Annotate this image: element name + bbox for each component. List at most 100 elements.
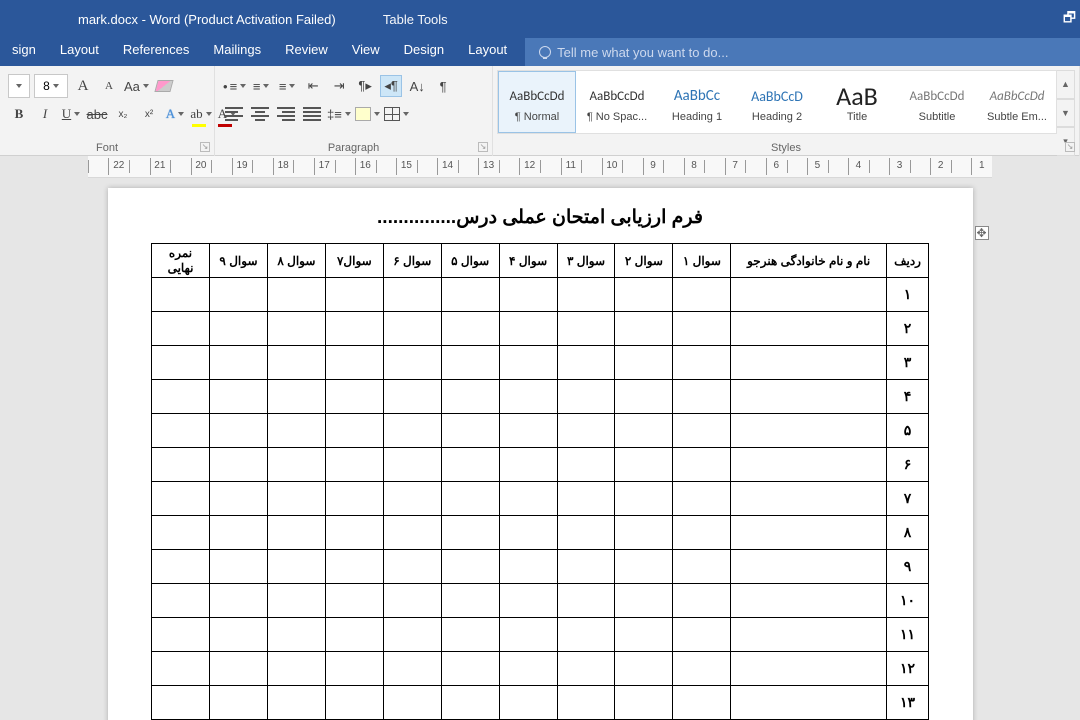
cell[interactable] <box>383 652 441 686</box>
tab-table-design[interactable]: Design <box>392 38 456 66</box>
tab-review[interactable]: Review <box>273 38 340 66</box>
cell[interactable] <box>210 482 268 516</box>
cell[interactable] <box>499 618 557 652</box>
style-normal[interactable]: AaBbCcDd¶ Normal <box>498 71 576 133</box>
strikethrough-button[interactable]: abc <box>86 103 108 125</box>
increase-indent-button[interactable]: ⇥ <box>328 75 350 97</box>
cell[interactable] <box>731 346 887 380</box>
cell[interactable] <box>557 482 615 516</box>
cell[interactable] <box>499 414 557 448</box>
cell[interactable] <box>383 346 441 380</box>
cell[interactable] <box>325 618 383 652</box>
cell[interactable] <box>325 482 383 516</box>
cell[interactable] <box>557 618 615 652</box>
cell[interactable] <box>325 686 383 720</box>
th-name[interactable]: نام و نام خانوادگی هنرجو <box>731 244 887 278</box>
th-q6[interactable]: سوال ۶ <box>383 244 441 278</box>
cell[interactable] <box>673 448 731 482</box>
cell[interactable] <box>210 686 268 720</box>
th-q1[interactable]: سوال ۱ <box>673 244 731 278</box>
text-effects-button[interactable]: A <box>164 103 186 125</box>
row-number[interactable]: ۱۰ <box>887 584 929 618</box>
style-subtle-emphasis[interactable]: AaBbCcDdSubtle Em... <box>978 71 1056 133</box>
align-right-button[interactable] <box>275 103 297 125</box>
show-marks-button[interactable]: ¶ <box>432 75 454 97</box>
cell[interactable] <box>383 380 441 414</box>
cell[interactable] <box>267 346 325 380</box>
cell[interactable] <box>615 346 673 380</box>
cell[interactable] <box>673 278 731 312</box>
row-number[interactable]: ۴ <box>887 380 929 414</box>
cell[interactable] <box>325 278 383 312</box>
cell[interactable] <box>152 448 210 482</box>
tab-references[interactable]: References <box>111 38 201 66</box>
cell[interactable] <box>499 516 557 550</box>
cell[interactable] <box>499 346 557 380</box>
row-number[interactable]: ۸ <box>887 516 929 550</box>
cell[interactable] <box>152 414 210 448</box>
cell[interactable] <box>267 380 325 414</box>
cell[interactable] <box>615 414 673 448</box>
line-spacing-button[interactable]: ‡≡ <box>327 103 351 125</box>
tab-view[interactable]: View <box>340 38 392 66</box>
cell[interactable] <box>731 686 887 720</box>
italic-button[interactable]: I <box>34 103 56 125</box>
cell[interactable] <box>499 448 557 482</box>
cell[interactable] <box>152 278 210 312</box>
rtl-direction-button[interactable]: ◂¶ <box>380 75 402 97</box>
cell[interactable] <box>557 346 615 380</box>
tab-table-layout[interactable]: Layout <box>456 38 519 66</box>
cell[interactable] <box>731 414 887 448</box>
cell[interactable] <box>210 312 268 346</box>
cell[interactable] <box>210 584 268 618</box>
numbering-button[interactable]: ≡ <box>250 75 272 97</box>
cell[interactable] <box>441 414 499 448</box>
cell[interactable] <box>383 448 441 482</box>
th-radif[interactable]: ردیف <box>887 244 929 278</box>
cell[interactable] <box>615 448 673 482</box>
th-final[interactable]: نمرهنهایی <box>152 244 210 278</box>
row-number[interactable]: ۲ <box>887 312 929 346</box>
tab-mailings[interactable]: Mailings <box>201 38 273 66</box>
row-number[interactable]: ۱۱ <box>887 618 929 652</box>
cell[interactable] <box>267 278 325 312</box>
evaluation-table[interactable]: ردیف نام و نام خانوادگی هنرجو سوال ۱ سوا… <box>151 243 929 720</box>
horizontal-ruler[interactable]: 12345678910111213141516171819202122 <box>88 156 992 178</box>
cell[interactable] <box>383 414 441 448</box>
cell[interactable] <box>731 278 887 312</box>
row-number[interactable]: ۹ <box>887 550 929 584</box>
cell[interactable] <box>267 550 325 584</box>
font-dialog-launcher[interactable]: ↘ <box>200 142 210 152</box>
cell[interactable] <box>152 584 210 618</box>
cell[interactable] <box>731 448 887 482</box>
cell[interactable] <box>499 584 557 618</box>
cell[interactable] <box>499 312 557 346</box>
cell[interactable] <box>441 584 499 618</box>
align-center-button[interactable] <box>249 103 271 125</box>
font-name-select[interactable] <box>8 74 30 98</box>
cell[interactable] <box>383 584 441 618</box>
cell[interactable] <box>615 482 673 516</box>
cell[interactable] <box>557 686 615 720</box>
cell[interactable] <box>499 380 557 414</box>
font-size-select[interactable]: 8 <box>34 74 68 98</box>
shading-button[interactable] <box>355 103 380 125</box>
cell[interactable] <box>441 346 499 380</box>
style-subtitle[interactable]: AaBbCcDdSubtitle <box>898 71 976 133</box>
cell[interactable] <box>210 618 268 652</box>
cell[interactable] <box>383 312 441 346</box>
cell[interactable] <box>267 414 325 448</box>
row-number[interactable]: ۳ <box>887 346 929 380</box>
cell[interactable] <box>731 550 887 584</box>
row-number[interactable]: ۵ <box>887 414 929 448</box>
cell[interactable] <box>441 448 499 482</box>
cell[interactable] <box>325 550 383 584</box>
cell[interactable] <box>325 652 383 686</box>
cell[interactable] <box>731 584 887 618</box>
cell[interactable] <box>557 584 615 618</box>
cell[interactable] <box>731 312 887 346</box>
underline-button[interactable]: U <box>60 103 82 125</box>
row-number[interactable]: ۱ <box>887 278 929 312</box>
cell[interactable] <box>615 516 673 550</box>
th-q4[interactable]: سوال ۴ <box>499 244 557 278</box>
